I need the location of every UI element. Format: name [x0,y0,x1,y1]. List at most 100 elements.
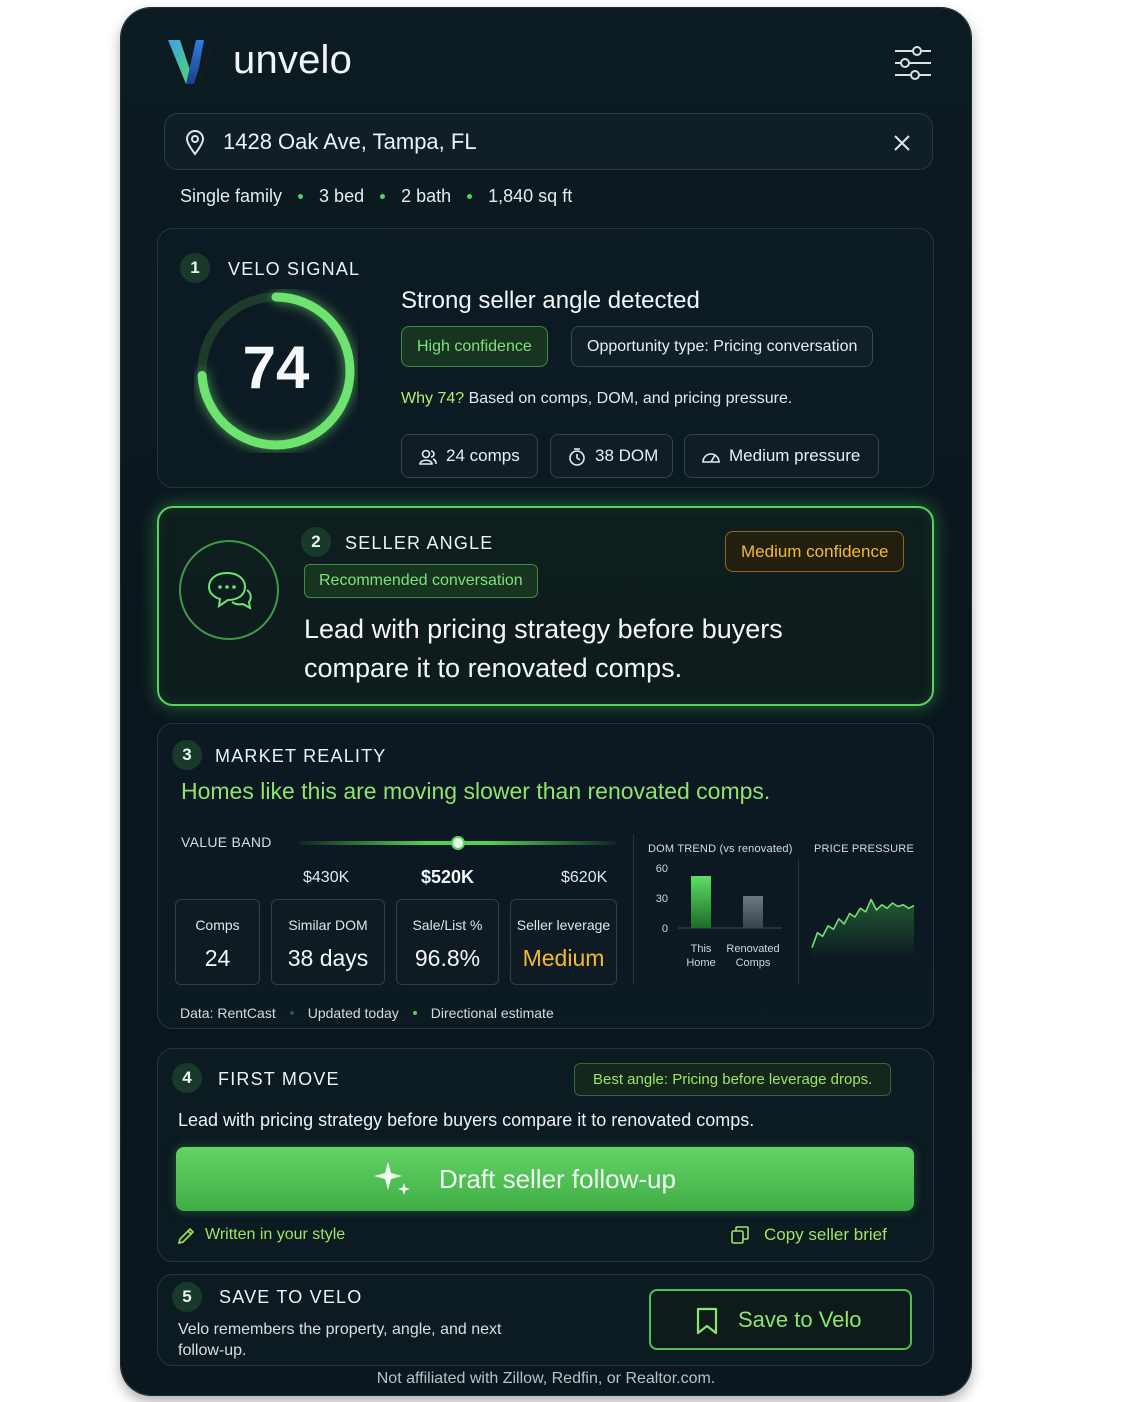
recommended-tag: Recommended conversation [304,564,538,598]
save-to-velo-label: Save to Velo [738,1307,862,1332]
section-title: FIRST MOVE [218,1069,340,1089]
disclaimer: Not affiliated with Zillow, Redfin, or R… [376,1370,716,1387]
seller-angle-message: Lead with pricing strategy before buyers… [304,614,783,683]
dom-chip: 38 DOM [550,434,673,478]
unvelo-logo-icon [168,40,216,84]
sparkle-icon [374,1162,410,1195]
separator-dot [298,194,304,199]
separator-dot [289,1011,294,1015]
stat-value: 96.8% [414,945,481,971]
x-tick-label: This [691,943,712,955]
estimate-note: Directional estimate [430,1005,554,1021]
divider [633,834,634,984]
bar [743,896,763,928]
bar [691,876,711,928]
people-icon [419,449,437,465]
dom-chip-label: 38 DOM [595,446,659,465]
comps-chip: 24 comps [401,434,538,478]
x-tick-label: Comps [736,957,771,969]
separator-dot [412,1011,417,1015]
app-name: unvelo [233,38,353,82]
why-score-text: Based on comps, DOM, and pricing pressur… [464,390,793,407]
address-value: 1428 Oak Ave, Tampa, FL [223,129,477,154]
data-source: Data: RentCast [180,1005,276,1021]
copy-icon [731,1226,749,1244]
copy-seller-brief-label: Copy seller brief [764,1225,887,1244]
copy-seller-brief-button[interactable]: Copy seller brief [730,1225,887,1245]
update-status: Updated today [307,1005,399,1021]
draft-follow-up-button[interactable]: Draft seller follow-up [176,1147,914,1211]
step-number: 1 [180,253,210,283]
address-search-input[interactable]: 1428 Oak Ave, Tampa, FL [164,113,933,170]
signal-score: 74 [242,334,310,401]
step-number: 3 [172,740,202,770]
stat-comps: Comps 24 [175,899,260,985]
step-number: 4 [172,1063,202,1093]
section-title: MARKET REALITY [215,746,387,766]
market-reality-card: 3 MARKET REALITY Homes like this are mov… [157,723,934,1029]
gauge-icon [702,453,720,463]
score-explanation: Why 74? Based on comps, DOM, and pricing… [401,390,792,408]
comps-chip-label: 24 comps [446,446,520,465]
opportunity-type-badge: Opportunity type: Pricing conversation [571,326,874,367]
stat-label: Similar DOM [288,917,368,933]
velo-signal-card: 1 VELO SIGNAL 74 Strong seller angle det… [157,228,934,488]
save-to-velo-card: 5 SAVE TO VELO Velo remembers the proper… [157,1274,934,1366]
app-panel: unvelo 1428 Oak Ave, Tampa, FL Single fa… [121,8,971,1395]
fact-beds: 3 bed [319,186,365,206]
location-pin-icon [185,130,205,156]
price-pressure-chart [811,898,915,958]
dom-trend-title: DOM TREND (vs renovated) [648,843,793,855]
pressure-chip: Medium pressure [684,434,879,478]
step-number: 5 [172,1282,202,1312]
draft-follow-up-label: Draft seller follow-up [439,1164,676,1194]
signal-headline: Strong seller angle detected [401,287,700,314]
clock-icon [569,448,585,466]
value-band-low: $430K [303,869,350,886]
y-tick-label: 60 [656,863,668,875]
data-footer: Data: RentCast Updated today Directional… [180,1005,554,1021]
stat-label: Seller leverage [516,917,611,933]
stat-similar-dom: Similar DOM 38 days [271,899,385,985]
bookmark-icon [696,1307,718,1335]
written-style-label: Written in your style [205,1226,346,1243]
value-band-mid: $520K [421,867,475,887]
close-icon[interactable] [892,133,912,153]
property-facts: Single family 3 bed 2 bath 1,840 sq ft [180,186,572,207]
stat-sale-list: Sale/List % 96.8% [396,899,499,985]
separator-dot [467,194,473,199]
dom-trend-chart: 60 30 0 This Home Renovated Comps [656,863,782,969]
chat-bubble-icon [207,571,252,610]
x-tick-label: Renovated [726,943,779,955]
section-title: VELO SIGNAL [228,259,361,279]
separator-dot [380,194,386,199]
save-description: Velo remembers the property, angle, and … [178,1321,502,1359]
value-band-label: VALUE BAND [181,834,272,850]
stat-seller-leverage: Seller leverage Medium [510,899,617,985]
first-move-text: Lead with pricing strategy before buyers… [178,1110,755,1130]
why-score-link[interactable]: Why 74? [401,390,464,407]
stat-value: 38 days [287,945,369,971]
section-title: SAVE TO VELO [219,1287,363,1307]
save-to-velo-button[interactable]: Save to Velo [649,1289,912,1350]
divider [798,859,799,984]
fact-sqft: 1,840 sq ft [488,186,573,206]
price-pressure-title: PRICE PRESSURE [814,843,914,855]
first-move-card: 4 FIRST MOVE Best angle: Pricing before … [157,1048,934,1262]
y-tick-label: 0 [662,923,668,935]
x-tick-label: Home [686,957,715,969]
stat-label: Comps [195,917,240,933]
section-title: SELLER ANGLE [345,533,494,553]
value-band-marker [450,836,465,850]
confidence-badge: Medium confidence [725,531,905,572]
filter-settings-icon[interactable] [893,45,933,81]
best-angle-badge: Best angle: Pricing before leverage drop… [574,1063,892,1096]
conversation-icon-circle [179,540,279,640]
confidence-badge: High confidence [401,326,548,367]
seller-angle-card: 2 SELLER ANGLE Medium confidence Recomme… [157,506,934,706]
market-subtitle: Homes like this are moving slower than r… [181,778,771,804]
written-style-note: Written in your style [176,1226,346,1245]
stat-label: Sale/List % [412,917,483,933]
fact-type: Single family [180,186,283,206]
pencil-icon [177,1227,195,1245]
